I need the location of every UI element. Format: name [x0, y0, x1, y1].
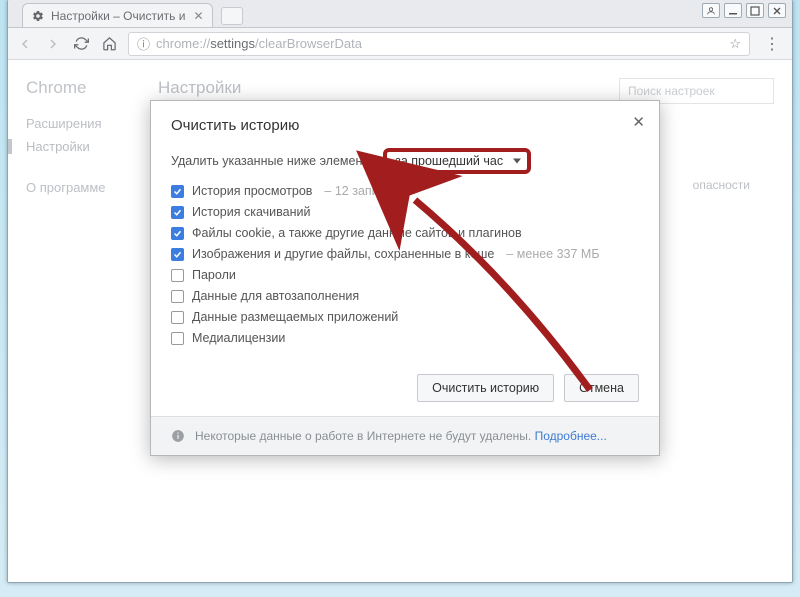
check-label: История скачиваний [192, 205, 310, 219]
check-note: – 12 записей [324, 184, 398, 198]
clear-button[interactable]: Очистить историю [417, 374, 554, 402]
sidebar-item-about[interactable]: О программе [26, 180, 158, 195]
url-input[interactable]: ⓘ chrome:// settings /clearBrowserData ☆ [128, 32, 750, 56]
window-controls [702, 3, 786, 18]
modal-footer: Некоторые данные о работе в Интернете не… [151, 416, 659, 455]
checkbox[interactable] [171, 269, 184, 282]
check-row: Файлы cookie, а также другие данные сайт… [171, 226, 639, 240]
user-icon[interactable] [702, 3, 720, 18]
url-host: settings [210, 36, 255, 51]
modal-header: Очистить историю ✕ [151, 101, 659, 142]
checkbox[interactable] [171, 332, 184, 345]
tab-close-icon[interactable]: ✕ [193, 9, 203, 23]
footer-text: Некоторые данные о работе в Интернете не… [195, 429, 531, 443]
info-icon[interactable]: ⓘ [137, 34, 150, 53]
prompt-text: Удалить указанные ниже элементы [171, 154, 377, 168]
gear-icon [31, 9, 45, 23]
check-row: Данные размещаемых приложений [171, 310, 639, 324]
url-scheme: chrome:// [156, 36, 210, 51]
check-row: Медиалицензии [171, 331, 639, 345]
menu-icon[interactable]: ⋮ [760, 34, 784, 54]
back-icon[interactable] [16, 35, 34, 53]
minimize-icon[interactable] [724, 3, 742, 18]
checkbox[interactable] [171, 185, 184, 198]
check-label: Файлы cookie, а также другие данные сайт… [192, 226, 522, 240]
tab-strip: Настройки – Очистить и ✕ [8, 0, 792, 28]
sidebar-item-settings[interactable]: Настройки [8, 139, 158, 154]
check-label: Данные для автозаполнения [192, 289, 359, 303]
modal-actions: Очистить историю Отмена [151, 364, 659, 416]
footer-link[interactable]: Подробнее... [535, 429, 607, 443]
time-range-value: за прошедший час [395, 154, 503, 168]
checkbox[interactable] [171, 311, 184, 324]
info-icon [171, 429, 185, 443]
check-label: История просмотров [192, 184, 312, 198]
checkbox[interactable] [171, 206, 184, 219]
close-icon[interactable] [768, 3, 786, 18]
sidebar-item-extensions[interactable]: Расширения [26, 116, 158, 131]
checkbox[interactable] [171, 248, 184, 261]
home-icon[interactable] [100, 35, 118, 53]
clear-browsing-data-modal: Очистить историю ✕ Удалить указанные ниж… [150, 100, 660, 456]
menu-item-partial: опасности [693, 178, 750, 192]
check-label: Медиалицензии [192, 331, 285, 345]
cancel-button[interactable]: Отмена [564, 374, 639, 402]
browser-tab[interactable]: Настройки – Очистить и ✕ [22, 3, 213, 27]
checkbox[interactable] [171, 227, 184, 240]
new-tab-button[interactable] [221, 7, 243, 25]
check-row: История просмотров – 12 записей [171, 184, 639, 198]
maximize-icon[interactable] [746, 3, 764, 18]
check-label: Пароли [192, 268, 236, 282]
tab-title: Настройки – Очистить и [51, 9, 185, 23]
check-row: История скачиваний [171, 205, 639, 219]
forward-icon[interactable] [44, 35, 62, 53]
check-row: Пароли [171, 268, 639, 282]
chrome-brand: Chrome [26, 78, 158, 98]
check-label: Данные размещаемых приложений [192, 310, 398, 324]
checkbox[interactable] [171, 290, 184, 303]
check-row: Изображения и другие файлы, сохраненные … [171, 247, 639, 261]
check-label: Изображения и другие файлы, сохраненные … [192, 247, 494, 261]
check-note: – менее 337 МБ [506, 247, 599, 261]
url-path: /clearBrowserData [255, 36, 362, 51]
modal-body: Удалить указанные ниже элементы за проше… [151, 142, 659, 364]
bookmark-icon[interactable]: ☆ [729, 36, 741, 52]
modal-close-icon[interactable]: ✕ [632, 113, 645, 131]
sidebar: Chrome Расширения Настройки О программе [8, 60, 158, 582]
address-bar: ⓘ chrome:// settings /clearBrowserData ☆… [8, 28, 792, 60]
modal-title: Очистить историю [171, 117, 639, 134]
reload-icon[interactable] [72, 35, 90, 53]
time-range-select[interactable]: за прошедший час [383, 148, 531, 174]
check-row: Данные для автозаполнения [171, 289, 639, 303]
